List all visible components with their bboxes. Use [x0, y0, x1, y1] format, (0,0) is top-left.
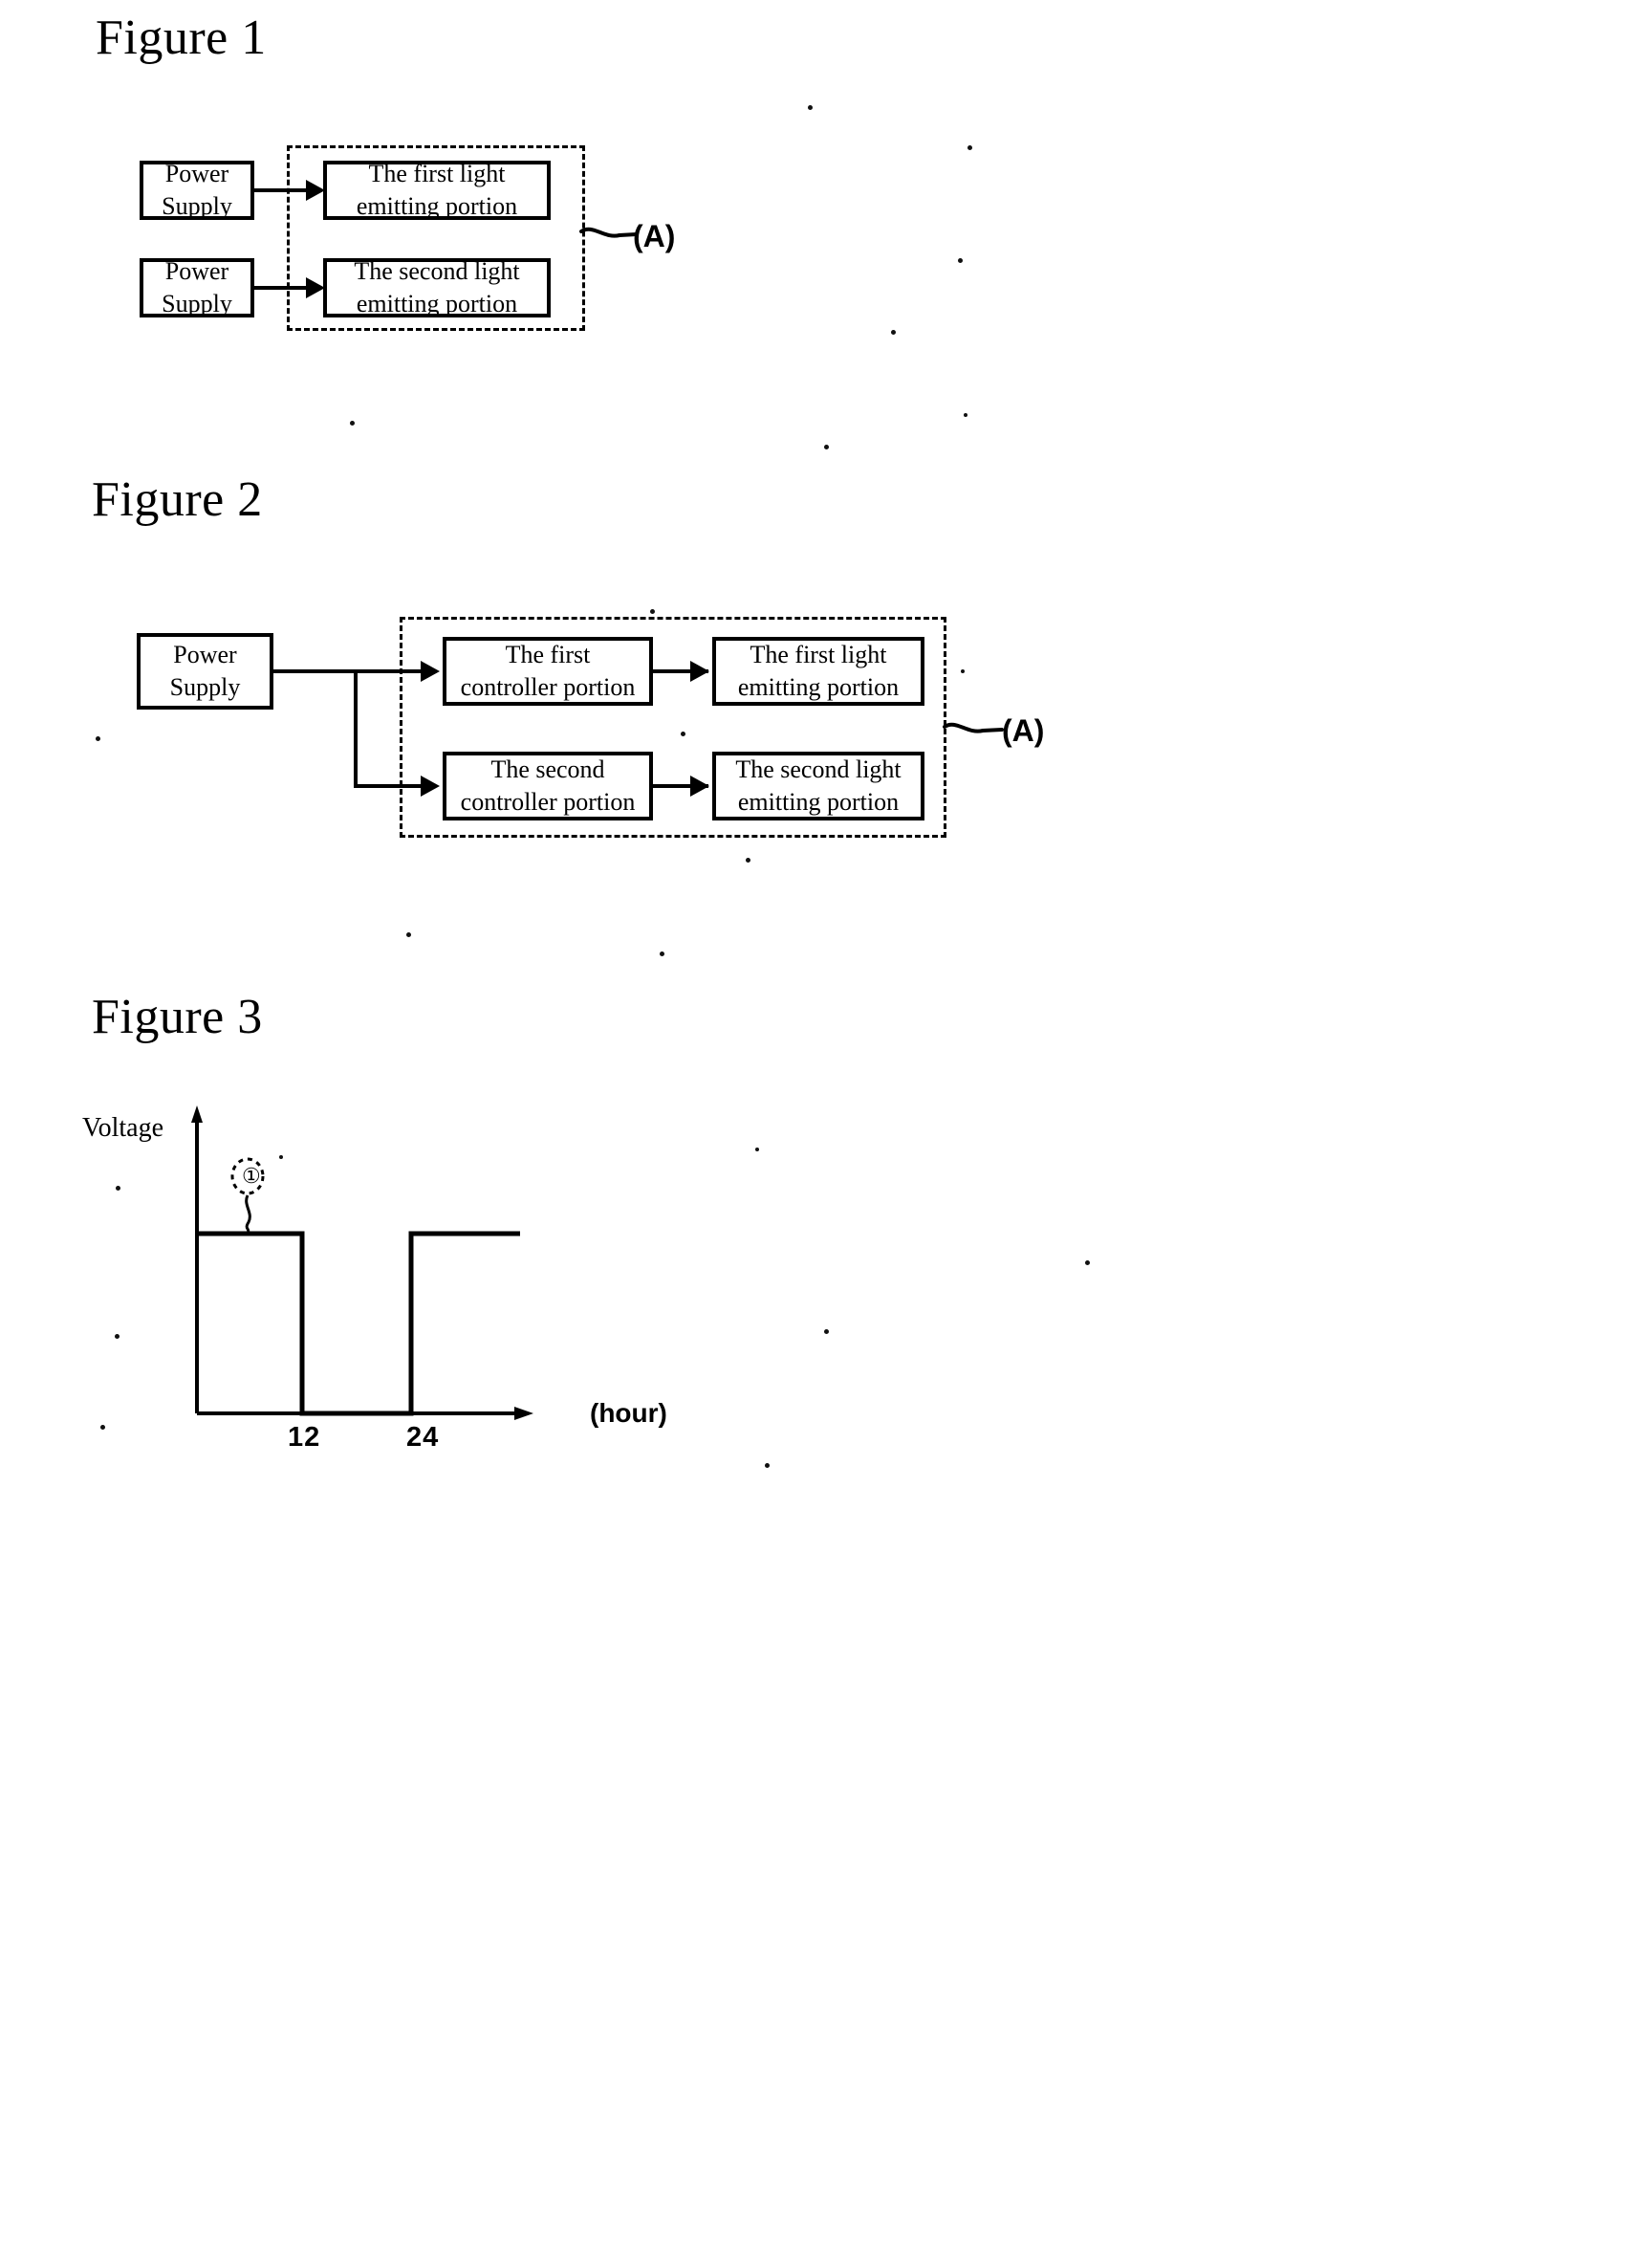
figure-2-trunk-line: [273, 669, 432, 673]
figure-1-second-light-emitting-portion: The second light emitting portion: [323, 256, 551, 317]
scan-speck: [824, 445, 829, 449]
figure-3-title: Figure 3: [92, 990, 263, 1044]
figure-1-arrowhead-2: [306, 277, 325, 298]
scan-speck: [967, 145, 972, 150]
scan-speck: [115, 1334, 120, 1339]
chart-x-axis-label: (hour): [590, 1398, 667, 1428]
block-line: The first: [505, 640, 591, 668]
figure-2-power-supply: Power Supply: [137, 633, 273, 710]
figure-2-title: Figure 2: [92, 472, 263, 527]
figure-1-group-label: (A): [633, 219, 676, 253]
chart-y-axis-label: Voltage: [82, 1113, 164, 1143]
block-line: The first light: [368, 159, 506, 187]
block-line: The second light: [354, 256, 520, 285]
block-line: Supply: [162, 290, 232, 317]
figure-2-arrowhead-ps-to-ctrl1: [421, 661, 440, 682]
scan-speck: [1085, 1260, 1090, 1265]
block-line: Supply: [162, 192, 232, 220]
scan-speck: [891, 330, 896, 335]
scan-speck: [964, 413, 967, 417]
scan-speck: [96, 736, 100, 741]
figure-2-second-light-emitting-portion: The second light emitting portion: [712, 752, 924, 820]
block-line: emitting portion: [737, 788, 900, 816]
scan-speck: [808, 105, 813, 110]
figure-1-power-supply-1: Power Supply: [140, 159, 254, 220]
block-line: Supply: [169, 673, 241, 701]
scan-speck: [755, 1148, 759, 1151]
figure-1-power-supply-2: Power Supply: [140, 256, 254, 317]
block-line: emitting portion: [356, 192, 518, 220]
block-line: Power: [164, 159, 229, 187]
figure-2-branch-vertical: [354, 669, 358, 788]
scan-speck: [279, 1155, 283, 1159]
patent-drawing-page: Figure 1 Power Supply The first light em…: [0, 0, 1652, 2253]
scan-speck: [765, 1463, 770, 1468]
scan-speck: [681, 732, 685, 736]
figure-2-group-label: (A): [1002, 713, 1045, 748]
figure-2-arrowhead-ps-to-ctrl2: [421, 776, 440, 797]
scan-speck: [746, 858, 750, 863]
block-line: emitting portion: [737, 673, 900, 701]
scan-speck: [116, 1186, 120, 1191]
block-line: emitting portion: [356, 290, 518, 317]
block-line: controller portion: [460, 788, 636, 816]
block-line: Power: [164, 256, 229, 285]
scan-speck: [100, 1425, 105, 1430]
figure-2-arrowhead-ctrl2-led2: [690, 776, 709, 797]
scan-speck: [650, 609, 655, 614]
figure-2-first-light-emitting-portion: The first light emitting portion: [712, 637, 924, 706]
block-line: The second light: [735, 755, 902, 783]
figure-1-arrowhead-1: [306, 180, 325, 201]
block-line: Power: [173, 640, 237, 668]
figure-1-title: Figure 1: [96, 11, 267, 65]
figure-2-first-controller-portion: The first controller portion: [443, 637, 653, 706]
figure-3-chart: [191, 1105, 533, 1420]
chart-x-tick-24: 24: [406, 1422, 440, 1453]
block-line: The second: [490, 755, 605, 783]
scan-speck: [958, 258, 963, 263]
block-line: controller portion: [460, 673, 636, 701]
figure-2-second-controller-portion: The second controller portion: [443, 752, 653, 820]
scan-speck: [350, 421, 355, 426]
scan-speck: [406, 932, 411, 937]
block-line: The first light: [750, 640, 887, 668]
figure-2-arrowhead-ctrl1-led1: [690, 661, 709, 682]
scan-speck: [824, 1329, 829, 1334]
chart-x-tick-12: 12: [288, 1422, 321, 1453]
figure-1-first-light-emitting-portion: The first light emitting portion: [323, 159, 551, 220]
scan-speck: [961, 669, 965, 673]
chart-annotation-marker-1: ①: [242, 1164, 261, 1188]
scan-speck: [660, 952, 664, 956]
